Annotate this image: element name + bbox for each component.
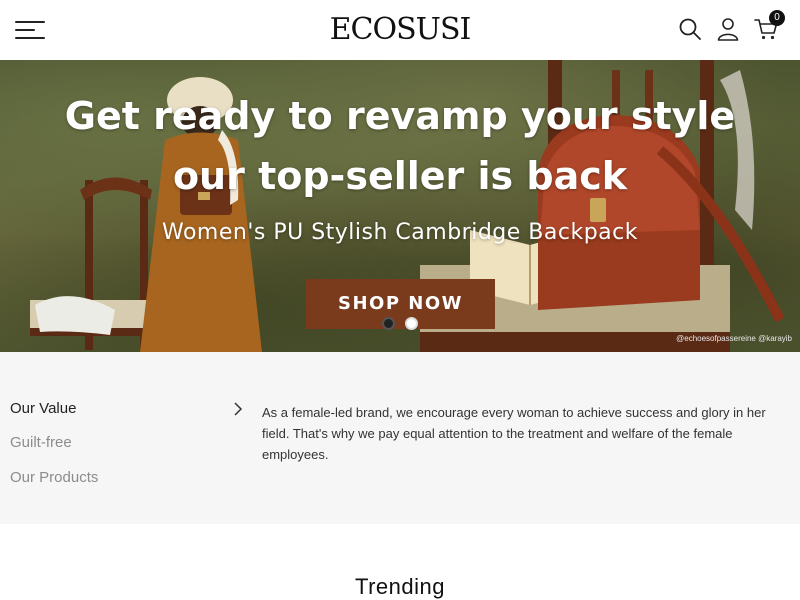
cart-count-badge: 0 [769, 10, 785, 26]
user-icon[interactable] [715, 16, 741, 42]
trending-heading: Trending [354, 574, 445, 599]
cart-icon[interactable]: 0 [753, 10, 785, 42]
search-icon[interactable] [677, 16, 703, 42]
value-description: As a female-led brand, we encourage ever… [262, 405, 766, 462]
hero-subtitle: Women's PU Stylish Cambridge Backpack [162, 220, 638, 245]
hero-title-line1: Get ready to revamp your style [64, 94, 736, 138]
photo-credit: @echoesofpassereine @karayib [676, 334, 792, 343]
hero-banner: Get ready to revamp your style our top-s… [0, 60, 800, 352]
chevron-right-icon [234, 402, 243, 416]
value-tab-our-value[interactable]: Our Value [10, 400, 76, 417]
value-tab-our-products[interactable]: Our Products [10, 469, 98, 486]
values-section: Our Value Guilt-free Our Products As a f… [0, 352, 800, 524]
slide-dot-2[interactable] [405, 317, 418, 330]
hero-title-line2: our top-seller is back [172, 154, 628, 198]
site-header: ECOSUSI 0 [0, 0, 800, 60]
slide-dot-1[interactable] [382, 317, 395, 330]
value-tab-guilt-free[interactable]: Guilt-free [10, 434, 72, 451]
shop-now-button[interactable]: SHOP NOW [306, 279, 495, 329]
